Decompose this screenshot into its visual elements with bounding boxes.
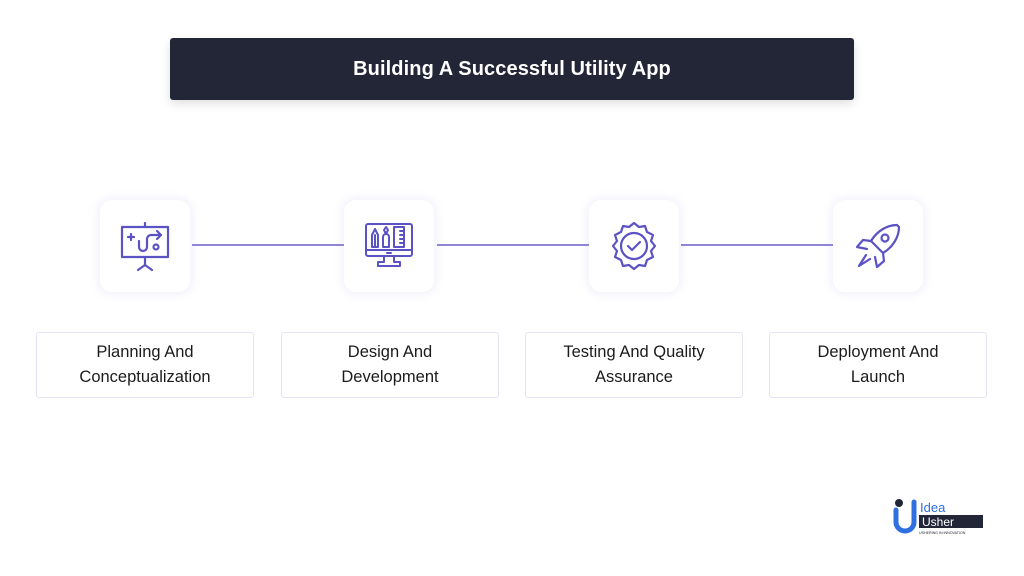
- logo-tagline: USHERING IN INNOVATION: [919, 531, 966, 535]
- step-4-label: Deployment And Launch: [817, 343, 939, 386]
- diagram-title: Building A Successful Utility App: [353, 57, 671, 80]
- step-4-label-box: Deployment And Launch: [769, 332, 987, 398]
- idea-usher-logo: Idea Usher USHERING IN INNOVATION: [892, 496, 988, 538]
- step-1-label: Planning And Conceptualization: [79, 343, 211, 386]
- step-1-icon-box: [100, 200, 190, 292]
- step-3-icon-box: [589, 200, 679, 292]
- title-banner: Building A Successful Utility App: [170, 38, 854, 100]
- connector-line-3: [681, 244, 833, 246]
- logo-text-idea: Idea: [920, 500, 946, 515]
- step-3-label: Testing And Quality Assurance: [563, 343, 705, 386]
- monitor-design-tools-icon: [365, 223, 413, 267]
- presentation-board-icon: [120, 221, 170, 272]
- step-2-icon-box: [344, 200, 434, 292]
- quality-badge-check-icon: [611, 221, 657, 271]
- connector-line-2: [437, 244, 589, 246]
- step-4-icon-box: [833, 200, 923, 292]
- step-3-label-box: Testing And Quality Assurance: [525, 332, 743, 398]
- connector-line-1: [192, 244, 344, 246]
- logo-text-usher: Usher: [922, 515, 954, 529]
- step-2-label: Design And Development: [341, 343, 439, 386]
- step-1-label-box: Planning And Conceptualization: [36, 332, 254, 398]
- rocket-icon: [855, 223, 901, 269]
- step-2-label-box: Design And Development: [281, 332, 499, 398]
